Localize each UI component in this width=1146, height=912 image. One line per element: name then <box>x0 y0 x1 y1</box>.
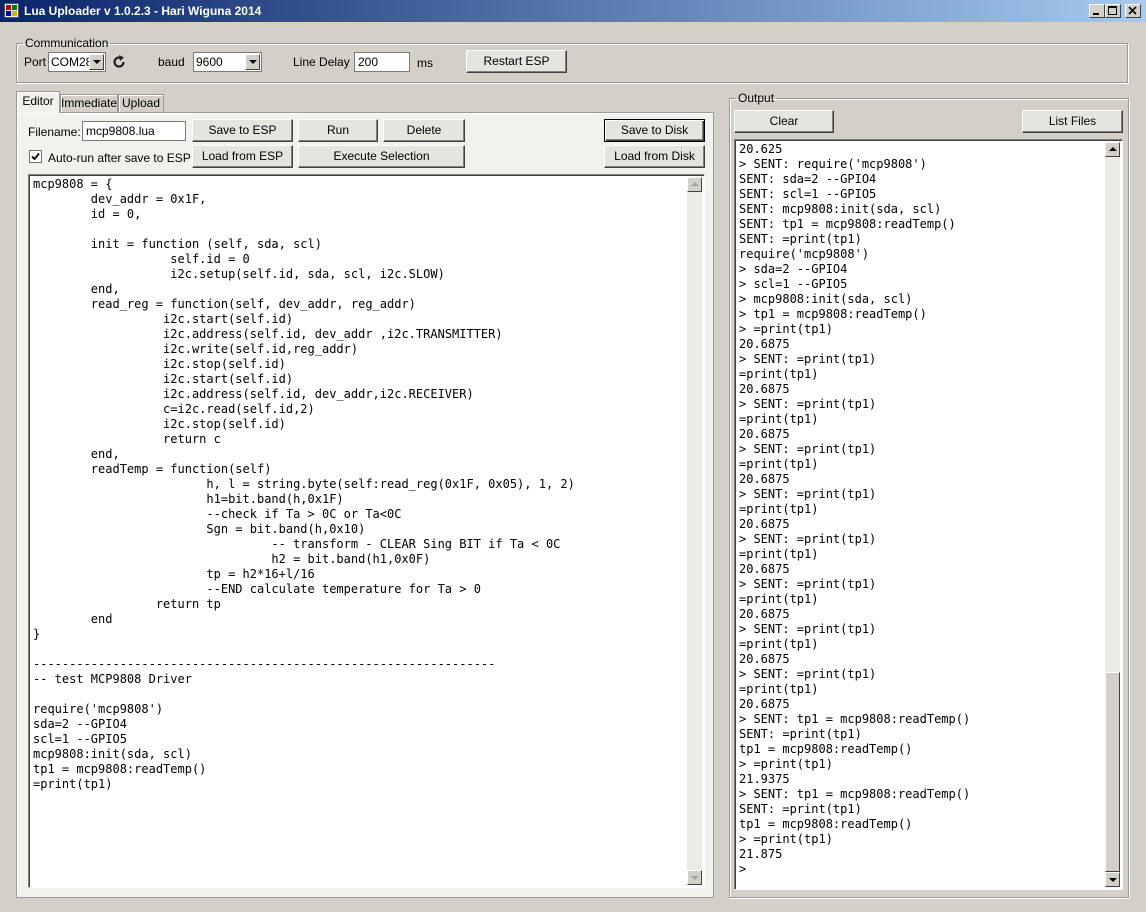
save-to-esp-button[interactable]: Save to ESP <box>192 119 293 142</box>
scroll-down-icon[interactable] <box>687 870 702 885</box>
tab-immediate[interactable]: Immediate <box>60 94 118 113</box>
communication-legend: Communication <box>25 36 109 50</box>
clear-button[interactable]: Clear <box>734 110 834 133</box>
code-editor[interactable]: mcp9808 = { dev_addr = 0x1F, id = 0, ini… <box>28 174 705 888</box>
chevron-down-icon[interactable] <box>245 54 260 70</box>
output-scrollbar[interactable] <box>1105 142 1120 887</box>
scroll-up-icon[interactable] <box>1105 142 1120 157</box>
tab-upload[interactable]: Upload <box>118 94 164 113</box>
minimize-icon[interactable] <box>1089 4 1105 18</box>
port-value: COM28 <box>51 55 93 69</box>
line-delay-label: Line Delay <box>293 55 350 69</box>
output-text: 20.625 > SENT: require('mcp9808') SENT: … <box>739 142 971 876</box>
maximize-icon[interactable] <box>1105 4 1121 18</box>
refresh-icon[interactable] <box>111 54 127 70</box>
execute-selection-button[interactable]: Execute Selection <box>298 145 465 168</box>
title-bar: Lua Uploader v 1.0.2.3 - Hari Wiguna 201… <box>0 0 1146 22</box>
autorun-label: Auto-run after save to ESP <box>48 151 191 165</box>
load-from-esp-button[interactable]: Load from ESP <box>192 145 293 168</box>
filename-input[interactable] <box>82 121 186 141</box>
code-editor-scrollbar[interactable] <box>687 177 702 885</box>
load-from-disk-button[interactable]: Load from Disk <box>604 145 705 168</box>
scroll-down-icon[interactable] <box>1105 872 1120 887</box>
window-title: Lua Uploader v 1.0.2.3 - Hari Wiguna 201… <box>24 4 262 18</box>
filename-label: Filename: <box>28 125 81 139</box>
run-button[interactable]: Run <box>298 119 378 142</box>
save-to-disk-button[interactable]: Save to Disk <box>604 119 705 142</box>
scroll-thumb[interactable] <box>1105 672 1120 872</box>
line-delay-unit: ms <box>417 56 433 70</box>
autorun-checkbox[interactable] <box>29 150 42 163</box>
chevron-down-icon[interactable] <box>89 54 104 70</box>
restart-esp-button[interactable]: Restart ESP <box>466 50 567 73</box>
delete-button[interactable]: Delete <box>383 119 465 142</box>
output-legend: Output <box>738 91 775 105</box>
app-icon <box>4 3 19 18</box>
close-icon[interactable] <box>1125 4 1141 18</box>
port-select[interactable]: COM28 <box>48 52 106 72</box>
baud-select[interactable]: 9600 <box>193 52 262 72</box>
list-files-button[interactable]: List Files <box>1022 110 1123 133</box>
baud-value: 9600 <box>196 55 223 69</box>
code-text: mcp9808 = { dev_addr = 0x1F, id = 0, ini… <box>33 177 575 791</box>
baud-label: baud <box>158 55 185 69</box>
output-console[interactable]: 20.625 > SENT: require('mcp9808') SENT: … <box>734 139 1123 890</box>
port-label: Port <box>24 55 47 69</box>
tab-editor[interactable]: Editor <box>16 91 60 113</box>
scroll-up-icon[interactable] <box>687 177 702 192</box>
line-delay-input[interactable] <box>354 52 410 72</box>
